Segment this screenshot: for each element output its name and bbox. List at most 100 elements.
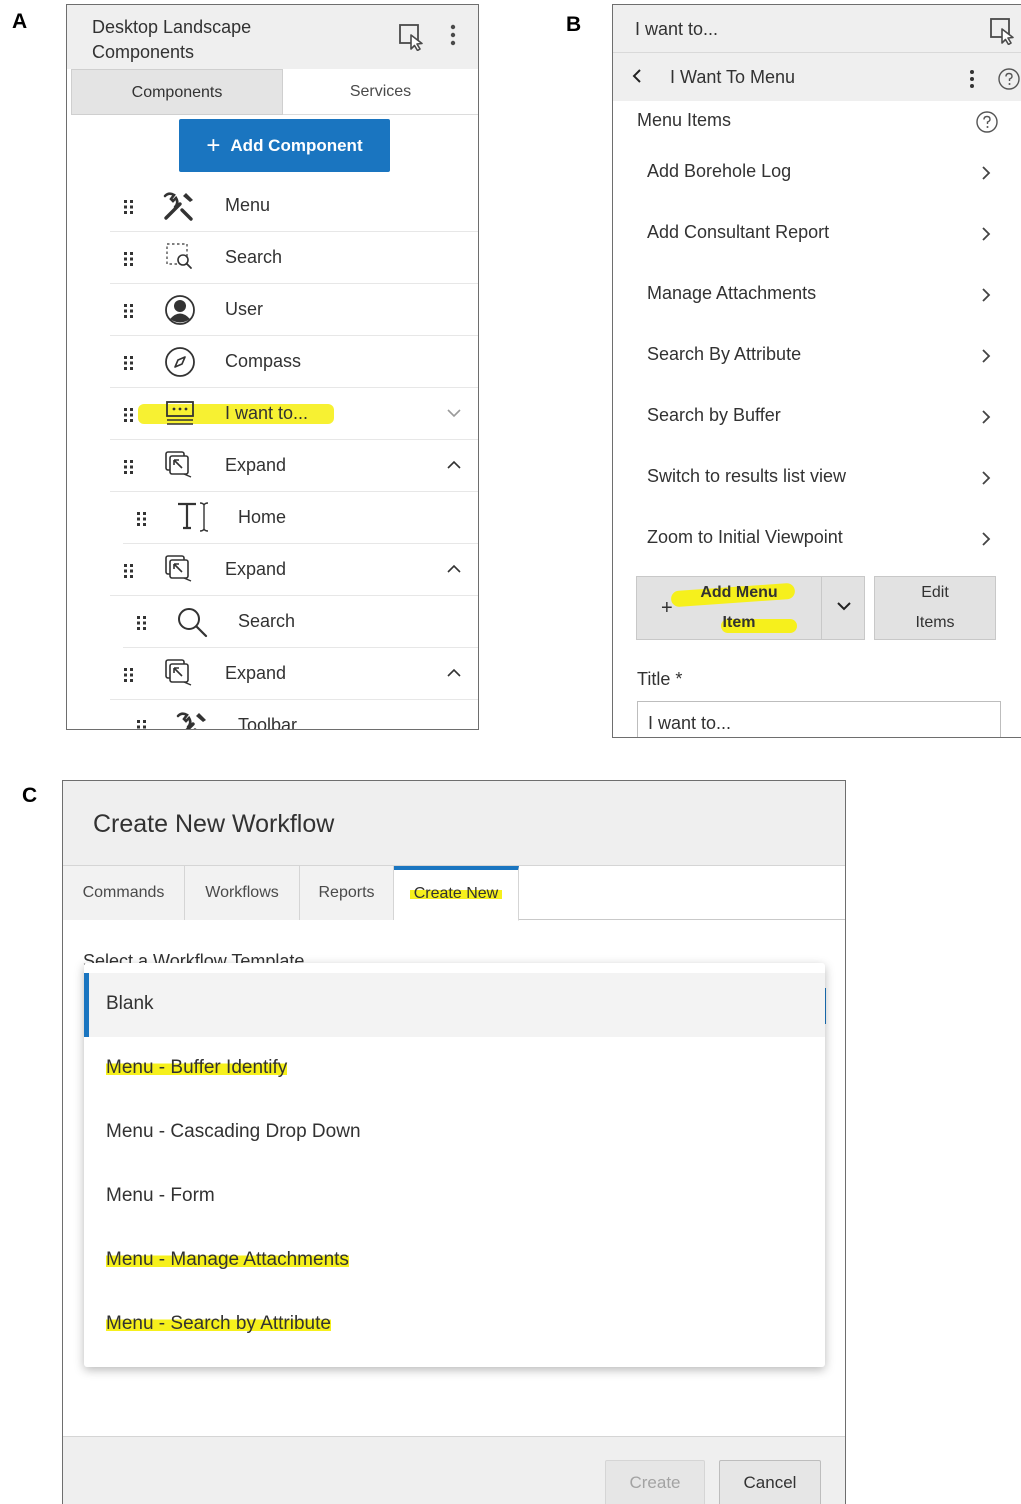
menu-item-manage-attachments[interactable]: Manage Attachments — [635, 265, 1001, 325]
component-row-toolbar[interactable]: Toolbar — [123, 701, 478, 729]
template-option-form[interactable]: Menu - Form — [84, 1165, 825, 1229]
tab-create-new[interactable]: Create New — [394, 866, 519, 921]
drag-handle-icon[interactable] — [124, 408, 134, 422]
add-menu-item-label: Add Menu — [700, 584, 778, 601]
title-field-label: Title * — [637, 669, 683, 689]
title-field[interactable] — [637, 701, 1001, 737]
template-dropdown: Blank Menu - Buffer Identify Menu - Casc… — [84, 963, 825, 1367]
figure-label-a: A — [12, 10, 28, 33]
drag-handle-icon[interactable] — [137, 512, 147, 526]
component-label: Search — [225, 247, 283, 267]
tab-reports[interactable]: Reports — [300, 866, 394, 920]
component-label: User — [225, 299, 264, 319]
template-option-blank[interactable]: Blank — [84, 973, 825, 1037]
panel-title: I want to... — [635, 19, 719, 39]
edit-items-button[interactable]: Edit Items — [874, 576, 996, 640]
chevron-down-icon[interactable] — [446, 408, 462, 418]
component-label: Menu — [225, 195, 271, 215]
add-component-label: Add Component — [230, 135, 363, 155]
tab-workflows[interactable]: Workflows — [185, 866, 300, 920]
template-option-manage-attachments[interactable]: Menu - Manage Attachments — [84, 1229, 825, 1293]
template-option-buffer-identify[interactable]: Menu - Buffer Identify — [84, 1037, 825, 1101]
i-want-to-panel: I want to... I Want To Menu Menu Items A… — [612, 4, 1021, 738]
component-row-search[interactable]: Search — [110, 233, 478, 284]
more-options-icon[interactable] — [968, 69, 976, 89]
breadcrumb-title: I Want To Menu — [670, 67, 796, 87]
template-option-label: Menu - Form — [106, 1185, 215, 1206]
drag-handle-icon[interactable] — [137, 720, 147, 729]
drag-handle-icon[interactable] — [124, 356, 134, 370]
menu-item-switch-to-results-list-view[interactable]: Switch to results list view — [635, 448, 1001, 508]
help-icon[interactable] — [975, 110, 999, 134]
tools-icon — [175, 710, 209, 729]
menu-item-search-by-buffer[interactable]: Search by Buffer — [635, 387, 1001, 447]
component-row-i-want-to[interactable]: I want to... — [110, 389, 478, 440]
drag-handle-icon[interactable] — [124, 304, 134, 318]
component-row-expand[interactable]: Expand — [110, 545, 478, 596]
cancel-button[interactable]: Cancel — [719, 1460, 821, 1504]
panel-title: Desktop Landscape Components — [92, 17, 252, 62]
add-menu-item-button[interactable]: + Add Menu Item — [636, 576, 865, 640]
drag-handle-icon[interactable] — [124, 668, 134, 682]
create-new-workflow-dialog: Create New Workflow Commands Workflows R… — [62, 780, 846, 1504]
chevron-right-icon — [981, 348, 991, 364]
component-row-compass[interactable]: Compass — [110, 337, 478, 388]
plus-icon: + — [206, 131, 221, 159]
component-row-menu[interactable]: Menu — [110, 181, 478, 232]
button-divider — [821, 577, 822, 639]
tab-services[interactable]: Services — [283, 69, 478, 115]
tab-components[interactable]: Components — [71, 69, 283, 115]
expand-icon — [164, 554, 194, 584]
component-row-search[interactable]: Search — [123, 597, 478, 648]
back-chevron-icon[interactable] — [631, 68, 643, 84]
template-option-search-by-attribute[interactable]: Menu - Search by Attribute — [84, 1293, 825, 1357]
menu-item-add-consultant-report[interactable]: Add Consultant Report — [635, 204, 1001, 264]
chevron-right-icon — [981, 226, 991, 242]
user-icon — [164, 294, 196, 326]
template-option-label: Menu - Search by Attribute — [106, 1313, 331, 1335]
component-label: Search — [238, 611, 296, 631]
menu-items-heading: Menu Items — [637, 110, 732, 130]
chevron-up-icon[interactable] — [446, 668, 462, 678]
chevron-up-icon[interactable] — [446, 564, 462, 574]
edit-items-label: Edit — [921, 584, 949, 601]
components-panel: Desktop Landscape Components Components … — [66, 4, 479, 730]
drag-handle-icon[interactable] — [124, 564, 134, 578]
component-row-expand[interactable]: Expand — [110, 441, 478, 492]
component-label: Home — [238, 507, 287, 527]
select-element-icon[interactable] — [398, 23, 426, 51]
component-label: I want to... — [225, 403, 309, 423]
help-icon[interactable] — [997, 67, 1021, 91]
template-option-label: Menu - Cascading Drop Down — [106, 1121, 361, 1142]
chevron-right-icon — [981, 470, 991, 486]
menu-item-label: Manage Attachments — [647, 283, 817, 303]
expand-icon — [164, 450, 194, 480]
tab-commands[interactable]: Commands — [63, 866, 185, 920]
add-component-button[interactable]: + Add Component — [179, 119, 390, 172]
panel-header: I want to... — [613, 5, 1021, 53]
component-label: Compass — [225, 351, 302, 371]
chevron-down-icon[interactable] — [836, 601, 852, 611]
chevron-up-icon[interactable] — [446, 460, 462, 470]
template-option-cascading-drop-down[interactable]: Menu - Cascading Drop Down — [84, 1101, 825, 1165]
menu-item-zoom-to-initial-viewpoint[interactable]: Zoom to Initial Viewpoint — [635, 509, 1001, 569]
add-menu-item-label: Item — [722, 614, 756, 631]
drag-handle-icon[interactable] — [137, 616, 147, 630]
menu-item-label: Zoom to Initial Viewpoint — [647, 527, 843, 547]
component-label: Expand — [225, 455, 287, 475]
menu-item-add-borehole-log[interactable]: Add Borehole Log — [635, 143, 1001, 203]
select-element-icon[interactable] — [989, 17, 1017, 45]
more-options-icon[interactable] — [449, 23, 457, 47]
drag-handle-icon[interactable] — [124, 252, 134, 266]
template-option-label: Menu - Buffer Identify — [106, 1057, 288, 1079]
create-button[interactable]: Create — [605, 1460, 705, 1504]
component-row-user[interactable]: User — [110, 285, 478, 336]
menu-item-label: Search By Attribute — [647, 344, 802, 364]
breadcrumb: I Want To Menu — [613, 53, 1021, 101]
menu-item-search-by-attribute[interactable]: Search By Attribute — [635, 326, 1001, 386]
component-row-home[interactable]: Home — [123, 493, 478, 544]
i-want-to-icon — [164, 398, 196, 430]
component-row-expand[interactable]: Expand — [110, 649, 478, 700]
drag-handle-icon[interactable] — [124, 460, 134, 474]
drag-handle-icon[interactable] — [124, 200, 134, 214]
